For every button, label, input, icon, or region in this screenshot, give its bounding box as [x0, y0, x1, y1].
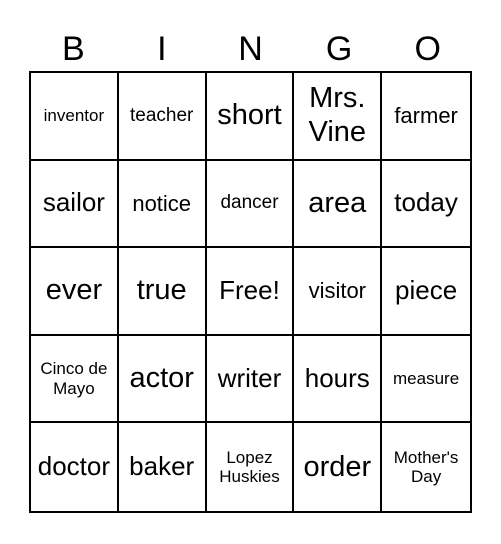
header-letter-i: I: [157, 30, 167, 68]
bingo-cell[interactable]: true: [118, 248, 207, 336]
header-letter-g: G: [325, 30, 353, 68]
bingo-cell[interactable]: dancer: [206, 160, 295, 249]
bingo-cell[interactable]: actor: [118, 335, 207, 424]
header-letter-n: N: [238, 30, 263, 68]
bingo-cell[interactable]: visitor: [294, 248, 383, 336]
free-space-cell[interactable]: Free!: [206, 248, 295, 336]
bingo-cell[interactable]: measure: [382, 336, 470, 424]
bingo-cell[interactable]: notice: [118, 160, 207, 249]
bingo-cell[interactable]: writer: [206, 335, 295, 424]
bingo-cell[interactable]: teacher: [118, 73, 207, 161]
bingo-cell[interactable]: sailor: [31, 160, 119, 249]
bingo-cell[interactable]: piece: [382, 248, 470, 336]
bingo-header: B I N G O: [29, 28, 472, 70]
bingo-card-grid: inventor teacher short Mrs. Vine farmer sailo…: [29, 71, 472, 513]
bingo-cell[interactable]: Mrs. Vine: [294, 73, 383, 161]
bingo-cell[interactable]: doctor: [31, 423, 119, 511]
header-letter-o: O: [414, 30, 441, 68]
bingo-cell[interactable]: area: [294, 160, 383, 249]
bingo-cell[interactable]: inventor: [31, 73, 119, 161]
bingo-cell[interactable]: order: [294, 423, 383, 511]
bingo-cell[interactable]: ever: [31, 248, 119, 336]
bingo-cell[interactable]: Cinco de Mayo: [31, 335, 119, 424]
header-letter-b: B: [61, 30, 85, 68]
bingo-cell[interactable]: baker: [119, 423, 207, 511]
bingo-cell[interactable]: hours: [294, 335, 383, 424]
bingo-cell[interactable]: today: [382, 161, 470, 249]
bingo-cell[interactable]: Mother's Day: [382, 423, 470, 511]
bingo-cell[interactable]: farmer: [382, 73, 470, 161]
bingo-cell[interactable]: short: [206, 73, 295, 161]
bingo-cell[interactable]: Lopez Huskies: [207, 423, 295, 511]
